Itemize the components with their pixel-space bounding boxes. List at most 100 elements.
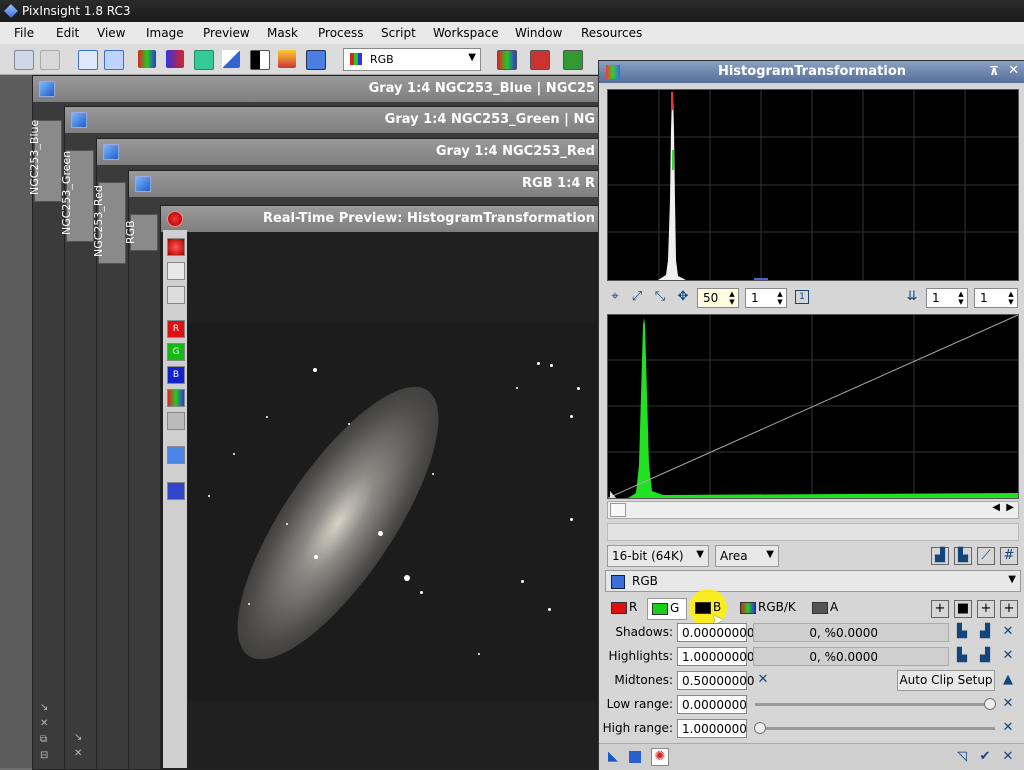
highlights-reset-icon[interactable]: ✕ [1000,648,1016,664]
show-clipping-icon[interactable]: ▙ [954,547,972,565]
green-channel-icon[interactable]: G [167,343,185,361]
tab-rgb[interactable]: RGB [124,214,158,251]
horizontal-zoom-input[interactable]: 50 ▲ ▼ [697,288,739,308]
expand-icon[interactable]: + [977,600,995,618]
menu-image[interactable]: Image [146,26,184,40]
apply-icon[interactable]: ✔ [977,749,993,765]
channel-select[interactable]: RGB ▼ [343,48,481,71]
apply-global-icon[interactable] [629,751,641,763]
blue-channel-icon[interactable]: B [167,366,185,384]
alpha-channel-icon[interactable] [167,412,185,430]
menu-edit[interactable]: Edit [56,26,79,40]
tab-ngc253-green[interactable]: NGC253_Green [60,150,94,242]
rgb-view-icon[interactable] [138,50,156,68]
track-view-icon[interactable] [167,238,185,256]
auto-clip-setup-button[interactable]: Auto Clip Setup [897,670,995,691]
channel-tab-r[interactable]: R [607,598,641,618]
fit-view-icon[interactable] [167,482,185,500]
tab-ngc253-red[interactable]: NGC253_Red [92,182,126,264]
channel-tab-rgbk[interactable]: RGB/K [736,598,802,618]
menu-window[interactable]: Window [515,26,562,40]
shadows-auto-icon[interactable]: ▙ [954,624,970,640]
shade-icon[interactable]: ⊼ [989,64,999,78]
shadows-reset-icon[interactable]: ✕ [1000,624,1016,640]
red-channel-icon[interactable]: R [167,320,185,338]
add-point-icon[interactable]: ■ [954,600,972,618]
preview-image[interactable] [188,323,598,701]
identifier-icon[interactable] [78,50,98,70]
resolution-select[interactable]: 16-bit (64K) ▼ [607,545,709,567]
menu-workspace[interactable]: Workspace [433,26,499,40]
new-preview-icon[interactable] [194,50,214,70]
display-channel-icon[interactable] [497,50,517,70]
menu-view[interactable]: View [97,26,125,40]
redo-icon[interactable] [40,50,60,70]
window-titlebar[interactable]: Gray 1:4 NGC253_Blue | NGC25 [33,76,599,102]
window-titlebar[interactable]: RGB 1:4 R [129,171,599,197]
window-titlebar[interactable]: Real-Time Preview: HistogramTransformati… [161,206,599,232]
menu-file[interactable]: File [14,26,34,40]
screen-transfer-icon[interactable] [306,50,326,70]
stf-icon[interactable] [278,50,296,68]
spin-arrows-icon[interactable]: ▲ ▼ [956,290,966,306]
zoom-in-icon[interactable]: ⤡ [652,289,668,305]
invert-icon[interactable] [222,50,240,68]
spin-arrows-icon[interactable]: ▲ ▼ [775,290,785,306]
zoom-down-icon[interactable]: ⇊ [904,289,920,305]
channel-tab-a[interactable]: A [808,598,848,618]
scroll-right-icon[interactable]: ▶ [1006,502,1014,513]
pan-icon[interactable]: ✥ [675,289,691,305]
clone-preview-icon[interactable] [167,286,185,304]
close-icon[interactable]: ✕ [1008,63,1019,78]
midtones-reset-icon[interactable]: ✕ [755,672,771,688]
low-range-slider[interactable] [755,703,995,706]
histogram-scrollbar[interactable]: ◀ ▶ [607,501,1019,519]
mask-icon[interactable] [250,50,270,70]
spin-arrows-icon[interactable]: ▲ ▼ [727,290,737,306]
highlights-auto-icon[interactable]: ▙ [954,648,970,664]
window-titlebar[interactable]: Gray 1:4 NGC253_Red [97,139,599,165]
shadows-input[interactable]: 0.00000000 [677,623,755,642]
input-histogram[interactable] [607,314,1019,499]
undo-icon[interactable] [14,50,34,70]
output-histogram[interactable] [607,89,1019,281]
realtime-preview-icon[interactable]: ✺ [651,748,669,766]
highlights-input[interactable]: 1.00000000 [677,647,755,666]
low-range-input[interactable]: 0.0000000 [677,695,747,714]
target-view-select[interactable]: RGB ▼ [605,570,1021,592]
transfer-curve-icon[interactable]: ⟋ [977,547,995,565]
menu-mask[interactable]: Mask [267,26,298,40]
green-channel-icon[interactable] [563,50,583,70]
high-range-slider-handle[interactable] [754,722,766,734]
rgb-channel-icon[interactable] [167,389,185,407]
high-range-slider[interactable] [755,727,995,730]
clone-icon[interactable] [104,50,124,70]
shadows-auto-all-icon[interactable]: ▟ [977,624,993,640]
scroll-thumb[interactable] [610,503,626,517]
output-horizontal-zoom-input[interactable]: 1 ▲ ▼ [926,288,968,308]
scroll-left-icon[interactable]: ◀ [992,502,1000,513]
window-titlebar[interactable]: Gray 1:4 NGC253_Green | NG [65,107,599,133]
menu-script[interactable]: Script [381,26,416,40]
reject-saturated-icon[interactable]: ▟ [931,547,949,565]
menu-resources[interactable]: Resources [581,26,642,40]
zoom-icon[interactable] [167,262,185,280]
zoom-fit-icon[interactable]: ⤢ [629,289,645,305]
high-range-reset-icon[interactable]: ✕ [1000,720,1016,736]
vertical-zoom-input[interactable]: 1 ▲ ▼ [745,288,787,308]
low-range-slider-handle[interactable] [984,698,996,710]
high-range-input[interactable]: 1.0000000 [677,719,747,738]
red-channel-icon[interactable] [530,50,550,70]
browse-documentation-icon[interactable]: ◹ [954,749,970,765]
stf-toggle-icon[interactable] [167,446,185,464]
channel-tab-g[interactable]: G [647,598,687,620]
menu-process[interactable]: Process [318,26,364,40]
midtones-input[interactable]: 0.50000000 [677,671,755,690]
zoom-plus-icon[interactable]: + [931,600,949,618]
tab-ngc253-blue[interactable]: NGC253_Blue [28,120,62,202]
highlights-auto-all-icon[interactable]: ▟ [977,648,993,664]
output-vertical-zoom-input[interactable]: 1 ▲ ▼ [974,288,1018,308]
dialog-titlebar[interactable]: HistogramTransformation ⊼ ✕ [599,61,1024,83]
new-instance-icon[interactable]: ◣ [605,749,621,765]
grid-icon[interactable]: # [1000,547,1018,565]
